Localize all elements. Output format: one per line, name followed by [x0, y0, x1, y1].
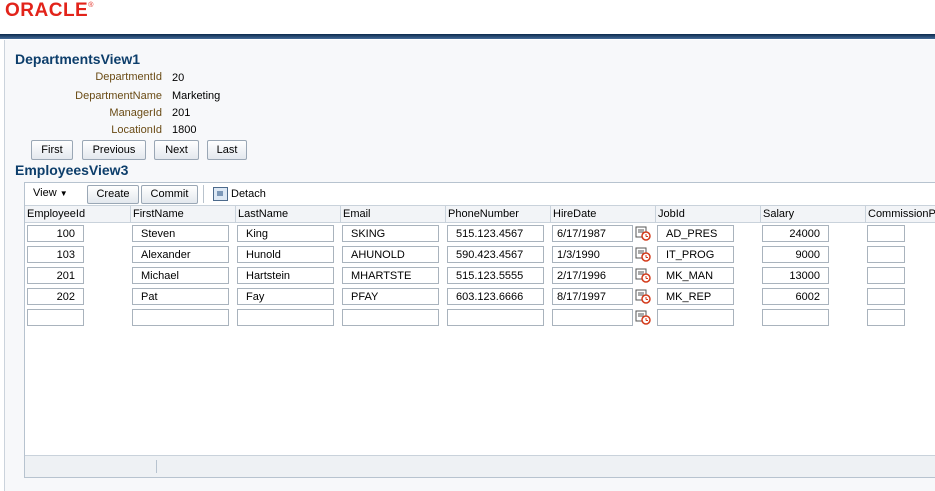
employees-table: View ▼ Create Commit Detach EmployeeId F… [24, 182, 935, 478]
commissionpct-input[interactable] [867, 309, 905, 326]
jobid-input[interactable]: MK_REP [657, 288, 734, 305]
detach-icon [213, 187, 228, 202]
chevron-down-icon: ▼ [59, 189, 68, 198]
table-header: EmployeeId FirstName LastName Email Phon… [25, 206, 935, 223]
commissionpct-input[interactable] [867, 288, 905, 305]
employeeid-input[interactable]: 202 [27, 288, 84, 305]
jobid-input[interactable]: IT_PROG [657, 246, 734, 263]
col-salary[interactable]: Salary [760, 206, 866, 222]
firstname-input[interactable]: Steven [132, 225, 229, 242]
field-departmentname-value: Marketing [172, 90, 221, 102]
col-email[interactable]: Email [340, 206, 446, 222]
phonenumber-input[interactable] [447, 309, 544, 326]
calendar-icon[interactable] [635, 246, 651, 262]
table-toolbar: View ▼ Create Commit Detach [25, 183, 935, 206]
table-row: 202 Pat Fay PFAY 603.123.6666 8/17/1997 … [25, 286, 935, 307]
col-phonenumber[interactable]: PhoneNumber [445, 206, 551, 222]
field-locationid-value: 1800 [172, 124, 197, 136]
email-input[interactable]: AHUNOLD [342, 246, 439, 263]
field-managerid-label: ManagerId [109, 107, 162, 119]
calendar-icon[interactable] [635, 309, 651, 325]
lastname-input[interactable]: King [237, 225, 334, 242]
calendar-icon[interactable] [635, 288, 651, 304]
hiredate-input[interactable]: 1/3/1990 [552, 246, 633, 263]
next-button[interactable]: Next [154, 140, 199, 160]
phonenumber-input[interactable]: 515.123.5555 [447, 267, 544, 284]
lastname-input[interactable] [237, 309, 334, 326]
commissionpct-input[interactable] [867, 267, 905, 284]
col-hiredate[interactable]: HireDate [550, 206, 656, 222]
calendar-icon[interactable] [635, 267, 651, 283]
firstname-input[interactable] [132, 309, 229, 326]
phonenumber-input[interactable]: 515.123.4567 [447, 225, 544, 242]
field-departmentname-label: DepartmentName [75, 90, 162, 102]
email-input[interactable] [342, 309, 439, 326]
email-input[interactable]: PFAY [342, 288, 439, 305]
field-departmentid-label: DepartmentId [95, 71, 162, 83]
phonenumber-input[interactable]: 603.123.6666 [447, 288, 544, 305]
last-button[interactable]: Last [207, 140, 247, 160]
departments-title: DepartmentsView1 [15, 51, 141, 67]
table-row: 100 Steven King SKING 515.123.4567 6/17/… [25, 223, 935, 244]
commissionpct-input[interactable] [867, 246, 905, 263]
header: ORACLE® [0, 0, 935, 34]
firstname-input[interactable]: Michael [132, 267, 229, 284]
commit-button[interactable]: Commit [141, 185, 198, 204]
employeeid-input[interactable] [27, 309, 84, 326]
commissionpct-input[interactable] [867, 225, 905, 242]
lastname-input[interactable]: Hunold [237, 246, 334, 263]
salary-input[interactable]: 9000 [762, 246, 829, 263]
header-divider [0, 34, 935, 39]
previous-button[interactable]: Previous [82, 140, 146, 160]
calendar-icon[interactable] [635, 225, 651, 241]
lastname-input[interactable]: Hartstein [237, 267, 334, 284]
field-departmentid-value: 20 [172, 72, 185, 84]
col-employeeid[interactable]: EmployeeId [25, 206, 130, 222]
employeeid-input[interactable]: 103 [27, 246, 84, 263]
jobid-input[interactable] [657, 309, 734, 326]
table-status-bar [25, 455, 935, 477]
col-lastname[interactable]: LastName [235, 206, 341, 222]
phonenumber-input[interactable]: 590.423.4567 [447, 246, 544, 263]
field-locationid-label: LocationId [111, 124, 162, 136]
table-row: 201 Michael Hartstein MHARTSTE 515.123.5… [25, 265, 935, 286]
hiredate-input[interactable] [552, 309, 633, 326]
field-managerid-value: 201 [172, 107, 191, 119]
status-separator [156, 460, 157, 473]
salary-input[interactable]: 6002 [762, 288, 829, 305]
toolbar-separator [203, 185, 204, 203]
email-input[interactable]: SKING [342, 225, 439, 242]
detach-button[interactable]: Detach [213, 186, 266, 202]
employeeid-input[interactable]: 100 [27, 225, 84, 242]
employeeid-input[interactable]: 201 [27, 267, 84, 284]
jobid-input[interactable]: MK_MAN [657, 267, 734, 284]
lastname-input[interactable]: Fay [237, 288, 334, 305]
hiredate-input[interactable]: 8/17/1997 [552, 288, 633, 305]
hiredate-input[interactable]: 2/17/1996 [552, 267, 633, 284]
employees-title: EmployeesView3 [15, 162, 129, 178]
jobid-input[interactable]: AD_PRES [657, 225, 734, 242]
salary-input[interactable]: 13000 [762, 267, 829, 284]
col-jobid[interactable]: JobId [655, 206, 761, 222]
firstname-input[interactable]: Alexander [132, 246, 229, 263]
view-menu[interactable]: View ▼ [33, 187, 68, 199]
table-row: 103 Alexander Hunold AHUNOLD 590.423.456… [25, 244, 935, 265]
table-row [25, 307, 935, 328]
hiredate-input[interactable]: 6/17/1987 [552, 225, 633, 242]
oracle-logo: ORACLE® [5, 0, 94, 21]
create-button[interactable]: Create [87, 185, 139, 204]
col-commissionpct[interactable]: CommissionPct [865, 206, 935, 222]
salary-input[interactable] [762, 309, 829, 326]
email-input[interactable]: MHARTSTE [342, 267, 439, 284]
firstname-input[interactable]: Pat [132, 288, 229, 305]
first-button[interactable]: First [31, 140, 73, 160]
salary-input[interactable]: 24000 [762, 225, 829, 242]
col-firstname[interactable]: FirstName [130, 206, 236, 222]
